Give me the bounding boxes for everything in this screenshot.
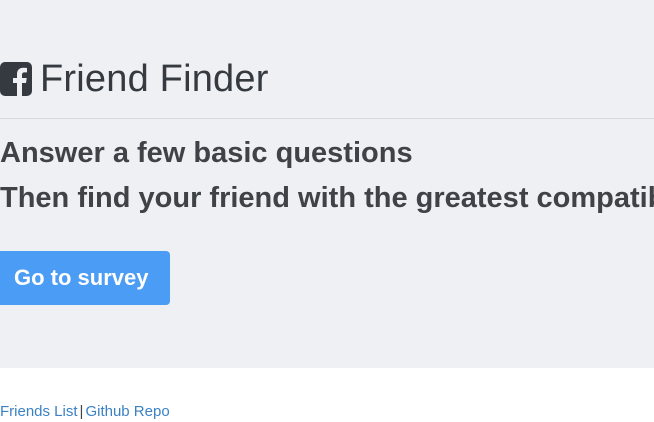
footer-link-friends-list[interactable]: Friends List	[0, 403, 78, 420]
footer: Friends List | Github Repo	[0, 403, 170, 420]
intro-line-2: Then find your friend with the greatest …	[0, 182, 654, 214]
jumbotron: Friend Finder Answer a few basic questio…	[0, 0, 654, 368]
go-to-survey-button[interactable]: Go to survey	[0, 251, 170, 305]
page-header: Friend Finder	[0, 56, 269, 102]
intro-line-1: Answer a few basic questions	[0, 137, 413, 169]
divider	[0, 118, 654, 119]
page-title: Friend Finder	[40, 57, 269, 100]
footer-link-github-repo[interactable]: Github Repo	[85, 403, 169, 420]
facebook-square-icon	[0, 62, 32, 96]
